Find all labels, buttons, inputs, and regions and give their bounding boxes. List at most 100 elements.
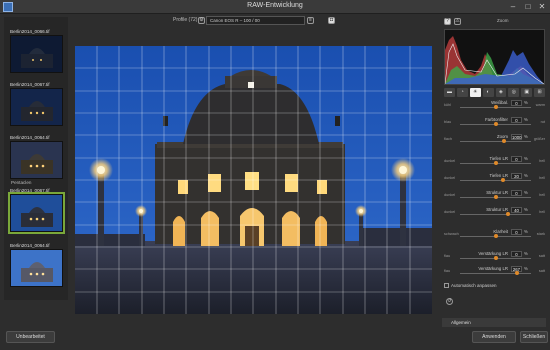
param-low-label: dunkel <box>444 193 456 197</box>
param-row[interactable]: schwach Klarheit 0% stark <box>444 229 545 241</box>
thumbnail-caption <box>10 287 63 294</box>
param-high-label: rot <box>540 120 545 124</box>
tab-lens[interactable]: ◎ <box>508 88 520 97</box>
param-value-field[interactable]: 40 <box>511 207 522 213</box>
param-unit: % <box>524 156 528 161</box>
param-value-field[interactable]: 0 <box>511 117 522 123</box>
profile-settings-icon[interactable]: ⚙ <box>198 17 205 24</box>
param-unit: % <box>524 207 528 212</box>
param-value-field[interactable]: 0 <box>511 100 522 106</box>
param-row[interactable]: dunkel Struktur LR 0% hell <box>444 190 545 202</box>
param-slider-knob[interactable] <box>493 234 498 238</box>
param-slider-track[interactable] <box>460 273 531 274</box>
param-row[interactable]: flau Verstärkung LR 0% satt <box>444 251 545 263</box>
param-value-field[interactable]: 0 <box>511 156 522 162</box>
param-unit: % <box>524 251 528 256</box>
param-row[interactable]: blau Farbtonfilter 0% rot <box>444 117 545 129</box>
unedited-button[interactable]: Unbearbeitet <box>6 331 55 343</box>
warning-icon[interactable]: ⚠ <box>454 18 461 25</box>
param-low-label: flach <box>444 137 453 141</box>
param-value-field[interactable]: 1000 <box>511 134 522 140</box>
tab-basic[interactable]: ☀ <box>469 88 481 97</box>
param-slider-knob[interactable] <box>493 161 498 165</box>
param-unit: % <box>524 266 528 271</box>
help-icon[interactable]: ? <box>444 18 451 25</box>
thumbnail-image <box>10 35 63 73</box>
param-slider-knob[interactable] <box>493 105 498 109</box>
param-value-field[interactable]: 0 <box>511 229 522 235</box>
param-slider-knob[interactable] <box>514 271 519 275</box>
profile-menu-icon[interactable]: ≡ <box>307 17 314 24</box>
param-slider-knob[interactable] <box>500 178 505 182</box>
toolbar: Profile (72): ⚙ Canon EOS R – 100 / 00 ≡… <box>75 14 440 28</box>
param-slider-knob[interactable] <box>506 212 511 216</box>
param-low-label: schwach <box>444 232 459 236</box>
param-row[interactable]: kühl Weißbal. 0% warm <box>444 100 545 112</box>
param-high-label: hell <box>539 176 545 180</box>
histogram-graph <box>444 36 545 85</box>
param-row[interactable]: flach Zoom 1000% größer <box>444 134 545 146</box>
section-label: Allgemein <box>451 320 471 325</box>
thumbnail-caption <box>10 73 63 80</box>
raw-development-window: RAW-Entwicklung – □ ✕ Profile (72): ⚙ Ca… <box>0 0 550 350</box>
thumbnail-0[interactable]: Berlin2014_0066.tif <box>10 28 63 80</box>
param-row[interactable]: dunkel Tiefen LR 20% hell <box>444 173 545 185</box>
apply-button[interactable]: Anwenden <box>472 331 516 343</box>
param-slider-knob[interactable] <box>493 122 498 126</box>
profile-select[interactable]: Canon EOS R – 100 / 00 <box>206 16 305 25</box>
preview-photo <box>75 46 432 314</box>
thumbnail-1[interactable]: Berlin2014_0067.tif <box>10 81 63 133</box>
thumbnail-caption <box>10 126 63 133</box>
param-unit: % <box>524 100 528 105</box>
thumbnail-filename: Berlin2014_0067.tif <box>10 82 50 87</box>
tab-detail[interactable]: ◈ <box>495 88 507 97</box>
param-row[interactable]: dunkel Tiefen LR 0% hell <box>444 156 545 168</box>
tab-color[interactable]: ◐ <box>482 88 494 97</box>
reset-icon[interactable]: ↺ <box>446 298 453 305</box>
tab-levels[interactable]: ▬ <box>444 88 455 97</box>
auto-adjust-checkbox[interactable]: Automatisch anpassen <box>444 283 497 289</box>
param-name: Struktur LR <box>486 207 508 212</box>
param-low-label: flau <box>444 254 451 258</box>
thumbnail-3[interactable]: Berlin2014_0067.tif <box>8 187 65 239</box>
thumbnail-caption <box>10 232 63 239</box>
param-low-label: blau <box>444 120 452 124</box>
tab-curves[interactable]: ◔ <box>456 88 468 97</box>
param-name: Weißbal. <box>491 100 508 105</box>
thumbnail-filename: Berlin2014_0064.tif <box>10 243 50 248</box>
thumbnail-2[interactable]: Berlin2014_0064.tif Pentaclen <box>10 134 63 186</box>
param-slider-knob[interactable] <box>493 195 498 199</box>
profile-label: Profile (72): <box>173 17 199 23</box>
param-slider-knob[interactable] <box>502 139 507 143</box>
param-slider-track[interactable] <box>460 141 531 142</box>
param-value-field[interactable]: 0 <box>511 251 522 257</box>
param-name: Struktur LR <box>486 190 508 195</box>
close-window-button[interactable]: ✕ <box>535 1 549 12</box>
param-value-field[interactable]: 0 <box>511 190 522 196</box>
param-value-field[interactable]: 20 <box>511 173 522 179</box>
filmstrip: Berlin2014_0066.tif Berlin2014_0067.tif … <box>4 17 68 300</box>
tab-camera[interactable]: ▣ <box>521 88 533 97</box>
thumbnail-4[interactable]: Berlin2014_0064.tif <box>10 242 63 294</box>
image-preview[interactable] <box>75 46 432 314</box>
checkbox-box[interactable] <box>444 283 449 289</box>
thumbnail-image <box>8 192 65 234</box>
histogram <box>444 29 545 85</box>
histogram-zoom-label: Zoom <box>497 18 509 23</box>
maximize-button[interactable]: □ <box>521 1 535 12</box>
thumbnail-caption: Pentaclen <box>11 180 32 185</box>
section-general[interactable]: Allgemein <box>442 318 546 327</box>
param-slider-knob[interactable] <box>493 256 498 260</box>
param-high-label: größer <box>533 137 545 141</box>
param-slider-track[interactable] <box>460 214 531 215</box>
close-button[interactable]: Schließen <box>520 331 548 343</box>
camera-icon[interactable]: ◘ <box>328 17 335 24</box>
param-row[interactable]: dunkel Struktur LR 40% hell <box>444 207 545 219</box>
param-slider-track[interactable] <box>460 180 531 181</box>
minimize-button[interactable]: – <box>506 1 520 12</box>
param-high-label: hell <box>539 159 545 163</box>
param-name: Tiefen LR <box>489 173 508 178</box>
param-row[interactable]: flau Verstärkung LR 267% satt <box>444 266 545 278</box>
tab-geometry[interactable]: ⊞ <box>534 88 545 97</box>
thumbnail-filename: Berlin2014_0066.tif <box>10 29 50 34</box>
